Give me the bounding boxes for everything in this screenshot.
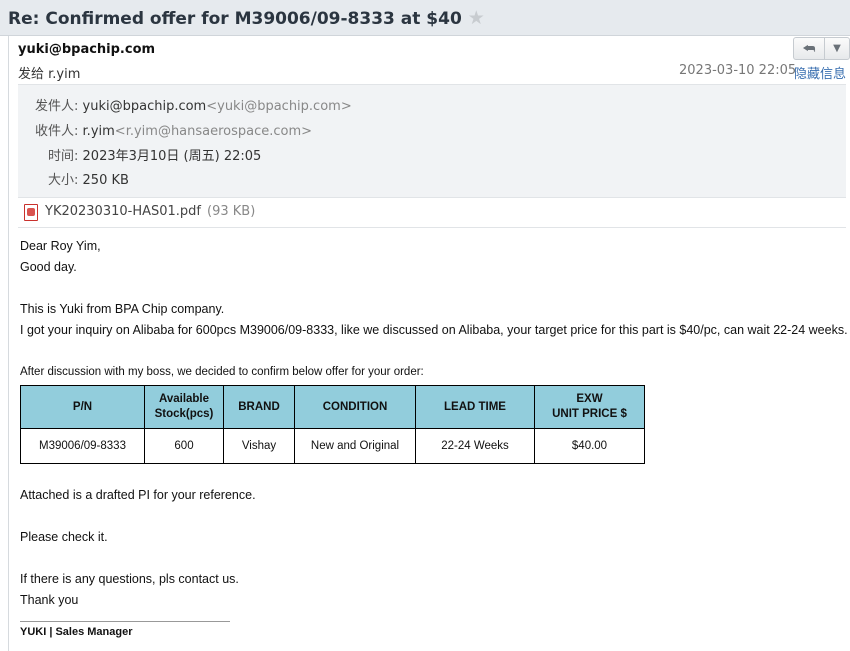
- to-address: <r.yim@hansaerospace.com>: [114, 124, 313, 139]
- questions-line: If there is any questions, pls contact u…: [20, 572, 239, 586]
- cell-pn: M39006/09-8333: [20, 428, 145, 464]
- attachment-size: (93 KB): [207, 204, 256, 219]
- cell-lead-time: 22-24 Weeks: [415, 428, 535, 464]
- to-row: 收件人: r.yim<r.yim@hansaerospace.com>: [35, 120, 312, 139]
- to-name[interactable]: r.yim: [83, 124, 115, 139]
- cell-brand: Vishay: [223, 428, 295, 464]
- cell-stock: 600: [144, 428, 224, 464]
- attached-line: Attached is a drafted PI for your refere…: [20, 488, 256, 502]
- offer-intro: After discussion with my boss, we decide…: [20, 366, 424, 378]
- message-details-panel: 发件人: yuki@bpachip.com<yuki@bpachip.com> …: [18, 84, 846, 198]
- greeting: Dear Roy Yim,: [20, 239, 101, 253]
- from-label: 发件人:: [35, 99, 79, 114]
- sender-name: yuki@bpachip.com: [18, 42, 156, 57]
- subject-title: Re: Confirmed offer for M39006/09-8333 a…: [8, 7, 485, 29]
- signature: YUKI | Sales Manager: [20, 626, 133, 638]
- header-price-line2: UNIT PRICE $: [552, 408, 627, 420]
- cell-unit-price: $40.00: [534, 428, 645, 464]
- recipient-line: 发给 r.yim: [18, 67, 81, 82]
- header-stock-line1: Available: [158, 393, 210, 405]
- size-value: 250 KB: [82, 173, 129, 188]
- hide-details-link[interactable]: 隐藏信息: [794, 63, 846, 82]
- time-value: 2023年3月10日 (周五) 22:05: [82, 149, 262, 164]
- message-date: 2023-03-10 22:05: [679, 63, 797, 78]
- inquiry-line: I got your inquiry on Alibaba for 600pcs…: [20, 323, 848, 337]
- header-brand: BRAND: [223, 385, 295, 429]
- from-name[interactable]: yuki@bpachip.com: [83, 99, 207, 114]
- size-row: 大小: 250 KB: [48, 169, 129, 188]
- table-header-row: P/N Available Stock(pcs) BRAND CONDITION …: [20, 385, 645, 429]
- time-row: 时间: 2023年3月10日 (周五) 22:05: [48, 145, 261, 164]
- message-body: Dear Roy Yim, Good day. This is Yuki fro…: [20, 236, 848, 643]
- header-stock-line2: Stock(pcs): [154, 408, 214, 420]
- subject-bar: Re: Confirmed offer for M39006/09-8333 a…: [0, 0, 850, 36]
- subject-text: Re: Confirmed offer for M39006/09-8333 a…: [8, 9, 462, 29]
- from-row: 发件人: yuki@bpachip.com<yuki@bpachip.com>: [35, 95, 352, 114]
- from-address: <yuki@bpachip.com>: [206, 99, 352, 114]
- check-line: Please check it.: [20, 530, 108, 544]
- time-label: 时间:: [48, 149, 79, 164]
- header-pn: P/N: [20, 385, 145, 429]
- attachment-row[interactable]: YK20230310-HAS01.pdf (93 KB): [18, 199, 846, 228]
- thanks-line: Thank you: [20, 593, 79, 607]
- header-lead-time: LEAD TIME: [415, 385, 535, 429]
- cell-condition: New and Original: [294, 428, 416, 464]
- reply-button-group: ⮪ ▼: [793, 37, 850, 60]
- table-row: M39006/09-8333 600 Vishay New and Origin…: [20, 428, 645, 464]
- header-unit-price: EXW UNIT PRICE $: [534, 385, 645, 429]
- to-label: 收件人:: [35, 124, 79, 139]
- size-label: 大小:: [48, 173, 79, 188]
- intro-line: This is Yuki from BPA Chip company.: [20, 302, 225, 316]
- chevron-down-icon[interactable]: ▼: [824, 38, 849, 59]
- star-icon[interactable]: ★: [468, 7, 485, 29]
- offer-table: P/N Available Stock(pcs) BRAND CONDITION …: [20, 385, 645, 464]
- header-price-line1: EXW: [576, 393, 603, 405]
- good-day: Good day.: [20, 260, 77, 274]
- header-condition: CONDITION: [294, 385, 416, 429]
- attachment-filename[interactable]: YK20230310-HAS01.pdf: [45, 204, 201, 219]
- attachment-name[interactable]: YK20230310-HAS01.pdf (93 KB): [45, 204, 255, 219]
- reply-icon[interactable]: ⮪: [794, 38, 824, 59]
- header-stock: Available Stock(pcs): [144, 385, 224, 429]
- pdf-icon: [24, 204, 38, 221]
